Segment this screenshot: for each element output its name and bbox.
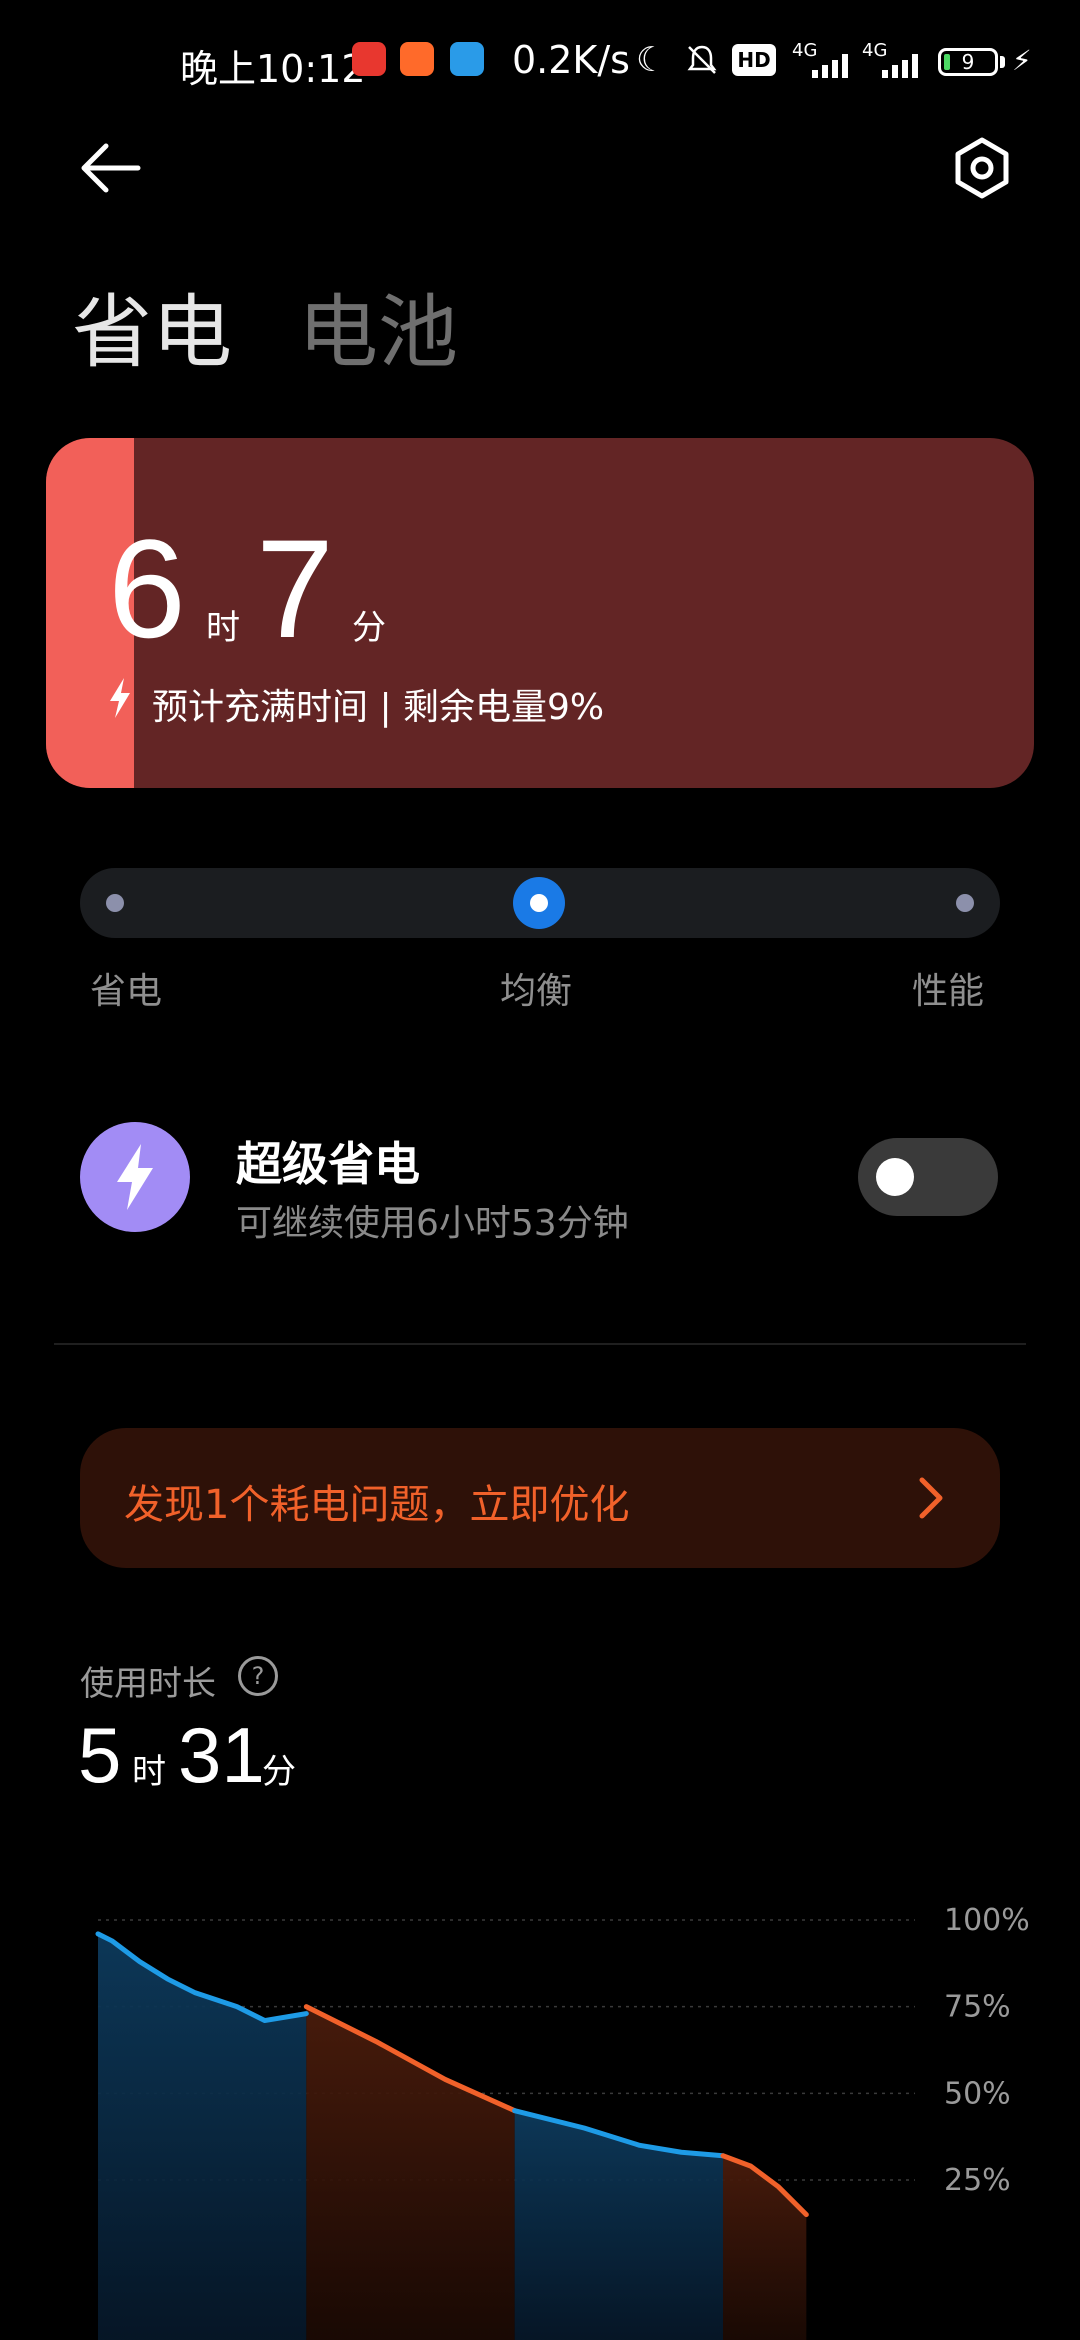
divider (54, 1343, 1026, 1345)
settings-gear-icon[interactable] (950, 136, 1014, 200)
usage-minutes-unit: 分 (262, 1752, 296, 1792)
chevron-right-icon (919, 1477, 943, 1519)
super-saver-toggle[interactable] (858, 1138, 998, 1216)
mode-dot-saving[interactable] (106, 894, 124, 912)
y-tick-label: 100% (944, 1903, 1030, 1938)
mute-icon (687, 45, 717, 74)
usage-label: 使用时长 (80, 1664, 216, 1704)
usage-minutes: 31 (178, 1711, 265, 1799)
network-speed: 0.2K/s (512, 38, 630, 82)
optimize-text: 发现1个耗电问题，立即优化 (124, 1482, 630, 1528)
charge-time-card: 6 时 7 分 预计充满时间 | 剩余电量9% (46, 438, 1034, 788)
charge-hours-unit: 时 (206, 608, 240, 648)
charge-subtitle: 预计充满时间 | 剩余电量9% (152, 687, 605, 728)
status-bar: 晚上10:12 0.2K/s ☾ HD 4G 4G 9 ⚡ (0, 0, 1080, 130)
chart-area-drain (306, 2006, 515, 2340)
charge-minutes: 7 (256, 510, 334, 667)
chart-area-discharge (514, 2110, 724, 2340)
super-saver-subtitle: 可继续使用6小时53分钟 (236, 1203, 629, 1244)
y-tick-label: 25% (944, 2163, 1011, 2198)
app-icon-1 (352, 42, 386, 76)
mode-label-performance[interactable]: 性能 (912, 962, 984, 1014)
battery-icon: 9 (938, 48, 998, 76)
toggle-knob (876, 1158, 914, 1196)
mode-thumb-balanced[interactable] (513, 877, 565, 929)
super-saver-icon (80, 1122, 190, 1232)
tab-power-saving[interactable]: 省电 (72, 268, 232, 384)
battery-level: 9 (961, 50, 975, 74)
usage-hours-unit: 时 (132, 1752, 166, 1792)
tab-battery[interactable]: 电池 (298, 268, 458, 384)
chart-area-drain (723, 2155, 807, 2340)
signal-icon-2 (882, 54, 918, 78)
mode-label-saving[interactable]: 省电 (90, 962, 162, 1014)
y-tick-label: 75% (944, 1990, 1011, 2025)
lightning-icon (117, 1144, 153, 1210)
status-time: 晚上10:12 (180, 47, 366, 91)
battery-cap (1000, 56, 1005, 68)
help-icon[interactable]: ? (238, 1656, 278, 1696)
mode-dot-performance[interactable] (956, 894, 974, 912)
y-tick-label: 50% (944, 2076, 1011, 2111)
battery-level-chart: 100% 75% 50% 25% (95, 1903, 1030, 2340)
app-icon-3 (450, 42, 484, 76)
signal-icon (812, 54, 848, 78)
charge-minutes-unit: 分 (352, 608, 386, 648)
hd-badge: HD (732, 44, 776, 76)
moon-icon: ☾ (636, 40, 667, 80)
back-arrow-icon[interactable] (78, 140, 142, 196)
charge-hours: 6 (108, 510, 186, 667)
lightning-icon (110, 678, 130, 718)
super-saver-title: 超级省电 (236, 1137, 420, 1191)
mode-thumb-inner (530, 894, 548, 912)
charging-icon: ⚡ (1012, 44, 1032, 77)
usage-hours: 5 (78, 1711, 122, 1799)
mode-label-balanced[interactable]: 均衡 (500, 962, 572, 1014)
power-mode-slider[interactable] (80, 868, 1000, 938)
app-icon-2 (400, 42, 434, 76)
optimize-banner[interactable]: 发现1个耗电问题，立即优化 (80, 1428, 1000, 1568)
